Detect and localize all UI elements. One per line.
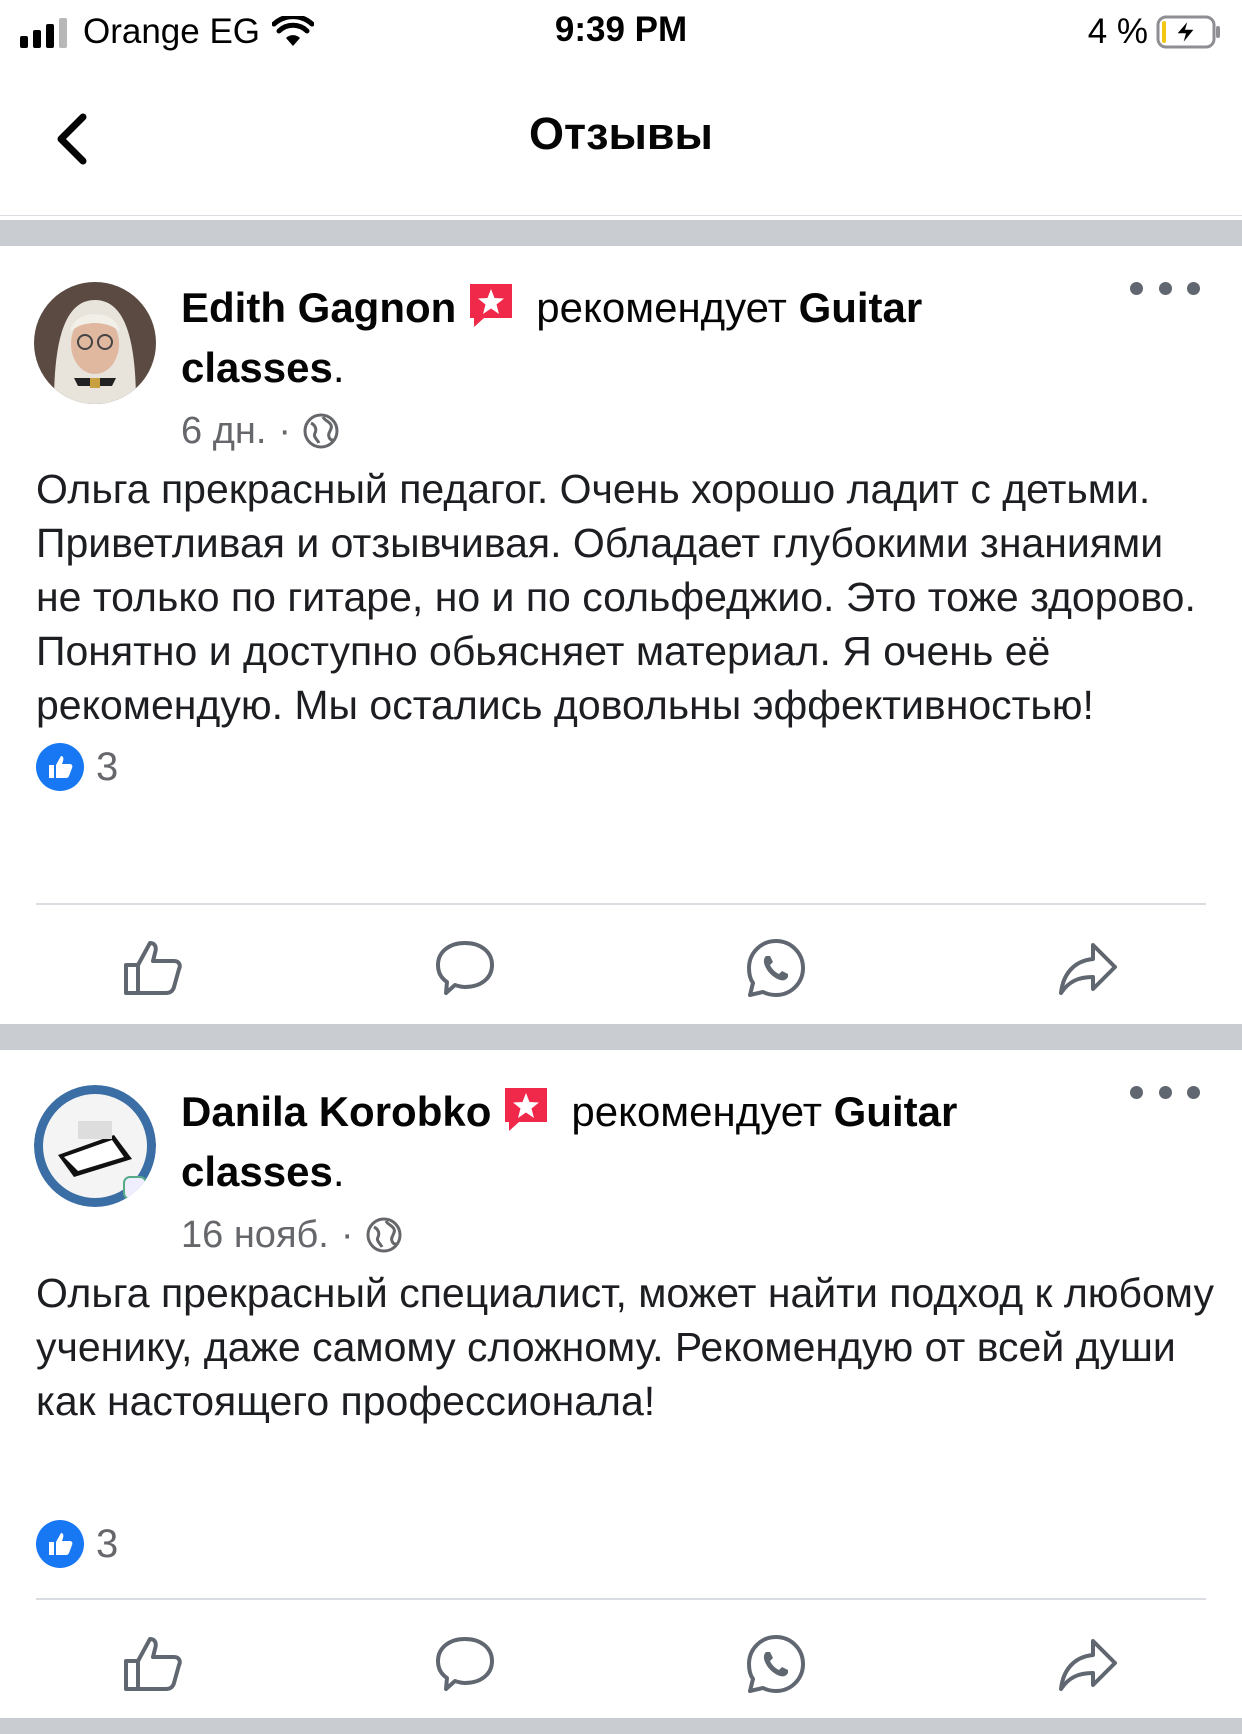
divider: [36, 1598, 1206, 1600]
whatsapp-icon: [747, 1635, 805, 1693]
section-separator: [0, 220, 1242, 246]
comment-button[interactable]: [425, 928, 505, 1008]
dot-icon: [1158, 281, 1172, 295]
dot-icon: [1187, 1085, 1200, 1099]
dot-icon: [1187, 281, 1200, 295]
post-actions: [0, 928, 1242, 1018]
whatsapp-share-button[interactable]: [736, 1624, 816, 1704]
dot-icon: [1130, 281, 1143, 295]
status-bar: Orange EG 9:39 PM 4 %: [0, 0, 1242, 66]
comment-icon: [436, 941, 494, 995]
like-button[interactable]: [113, 1624, 193, 1704]
post-meta: 6 дн. ·: [181, 406, 339, 456]
more-options-button[interactable]: [1130, 268, 1200, 308]
dot-icon: [1130, 1085, 1143, 1099]
post-meta: 16 нояб. ·: [181, 1210, 402, 1260]
meta-separator: ·: [278, 409, 292, 452]
comment-icon: [436, 1637, 494, 1691]
avatar[interactable]: [34, 282, 156, 404]
recommends-verb: рекомендует: [571, 1088, 822, 1135]
post-date[interactable]: 16 нояб.: [181, 1214, 329, 1257]
author-name[interactable]: Edith Gagnon: [181, 284, 456, 331]
review-post: Edith Gagnon рекомендует Guitar classes. …: [0, 246, 1242, 1024]
dot-icon: [1158, 1085, 1172, 1099]
divider: [36, 903, 1206, 905]
avatar[interactable]: [34, 1085, 156, 1207]
like-reaction-icon: [36, 1520, 84, 1568]
battery-percent: 4 %: [1087, 12, 1148, 51]
globe-icon: [303, 413, 339, 449]
share-icon: [1059, 943, 1117, 995]
page-title: Отзывы: [529, 108, 713, 159]
like-button[interactable]: [113, 928, 193, 1008]
post-actions: [0, 1624, 1242, 1714]
recommendation-badge-icon: [470, 284, 513, 327]
section-separator: [0, 1024, 1242, 1050]
section-separator: [0, 1718, 1242, 1734]
like-icon: [124, 941, 182, 995]
whatsapp-share-button[interactable]: [736, 928, 816, 1008]
recommends-verb: рекомендует: [536, 284, 787, 331]
like-reaction-icon: [36, 743, 84, 791]
like-count: 3: [96, 1521, 119, 1566]
comment-button[interactable]: [425, 1624, 505, 1704]
like-count: 3: [96, 744, 119, 789]
review-post: Danila Korobko рекомендует Guitar classes…: [0, 1050, 1242, 1718]
review-text: Ольга прекрасный специалист, может найти…: [36, 1270, 1214, 1424]
clock: 9:39 PM: [554, 10, 688, 49]
post-header: Edith Gagnon рекомендует Guitar classes.: [181, 278, 1061, 398]
reactions-summary[interactable]: 3: [36, 1519, 118, 1569]
navigation-bar: Отзывы: [0, 66, 1242, 216]
reactions-summary[interactable]: 3: [36, 742, 118, 792]
meta-separator: ·: [340, 1213, 354, 1256]
post-header: Danila Korobko рекомендует Guitar classes…: [181, 1082, 1061, 1202]
recommendation-badge-icon: [505, 1088, 548, 1131]
globe-icon: [366, 1217, 401, 1253]
more-options-button[interactable]: [1130, 1072, 1200, 1112]
avatar-photo: [34, 282, 156, 404]
share-button[interactable]: [1048, 928, 1128, 1008]
post-date[interactable]: 6 дн.: [181, 410, 266, 453]
share-button[interactable]: [1048, 1624, 1128, 1704]
avatar-logo: [34, 1085, 156, 1207]
status-right: 4 %: [1088, 10, 1222, 54]
author-name[interactable]: Danila Korobko: [181, 1088, 491, 1135]
battery-charging-icon: [1156, 15, 1220, 49]
share-icon: [1059, 1639, 1117, 1691]
review-text: Ольга прекрасный педагог. Очень хорошо л…: [36, 466, 1196, 728]
like-icon: [124, 1637, 182, 1691]
whatsapp-icon: [747, 939, 805, 997]
